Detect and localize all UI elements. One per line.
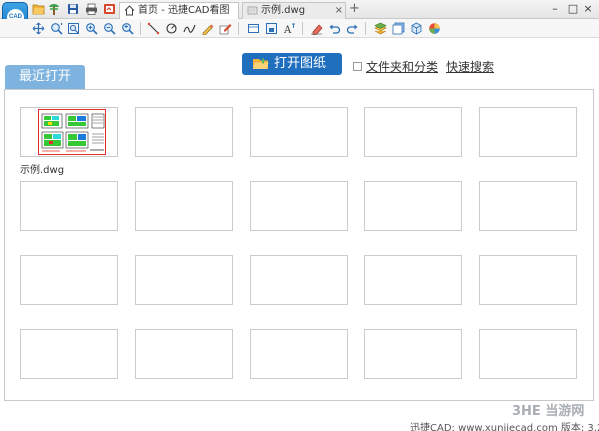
- polyline-icon[interactable]: [182, 21, 196, 35]
- empty-slot: [135, 329, 233, 379]
- empty-slot: [20, 255, 118, 305]
- empty-slot: [250, 181, 348, 231]
- layer-icon[interactable]: [373, 21, 387, 35]
- export-icon[interactable]: [102, 2, 116, 16]
- text-edit-icon[interactable]: [218, 21, 232, 35]
- website-link[interactable]: www.xunjiecad.com: [458, 423, 558, 431]
- circle-icon[interactable]: [164, 21, 178, 35]
- empty-slot: [250, 329, 348, 379]
- recent-files-panel: [4, 89, 594, 401]
- zoom-previous-icon[interactable]: [120, 21, 134, 35]
- watermark: 3HE 当游网: [512, 404, 585, 419]
- rectangle-measure-icon[interactable]: [246, 21, 260, 35]
- toolbar: A: [0, 19, 599, 38]
- quick-search-link[interactable]: 快速搜索: [446, 58, 494, 75]
- empty-slot: [250, 107, 348, 157]
- 3d-view-icon[interactable]: [409, 21, 423, 35]
- print-icon[interactable]: [84, 2, 98, 16]
- color-icon[interactable]: [427, 21, 441, 35]
- empty-slot: [364, 107, 462, 157]
- tab-home-label: 首页 - 迅捷CAD看图: [138, 5, 230, 16]
- empty-slot: [479, 181, 577, 231]
- open-drawing-label: 打开图纸: [274, 56, 327, 71]
- redo-icon[interactable]: [345, 21, 359, 35]
- drawing-preview-image: [38, 109, 106, 155]
- tab-file[interactable]: 示例.dwg ×: [242, 2, 346, 19]
- zoom-in-icon[interactable]: [84, 21, 98, 35]
- open-drawing-button[interactable]: 打开图纸: [242, 53, 342, 75]
- recent-file-thumbnail[interactable]: [20, 107, 118, 157]
- empty-slot: [364, 255, 462, 305]
- empty-slot: [479, 107, 577, 157]
- folder-category-checkbox[interactable]: [353, 62, 362, 71]
- app-window: 首页 - 迅捷CAD看图 × 示例.dwg × + – □ × CAD: [0, 0, 599, 431]
- undo-icon[interactable]: [327, 21, 341, 35]
- open-icon[interactable]: [31, 2, 45, 16]
- home-icon: [124, 5, 135, 16]
- empty-slot: [20, 181, 118, 231]
- pan-icon[interactable]: [31, 21, 45, 35]
- main-area: 最近打开 打开图纸 文件夹和分类 快速搜索 示例.dwg: [0, 38, 599, 431]
- zoom-extents-icon[interactable]: [66, 21, 80, 35]
- zoom-out-icon[interactable]: [102, 21, 116, 35]
- text-icon[interactable]: A: [282, 21, 296, 35]
- save-icon[interactable]: [66, 2, 80, 16]
- toolbar-separator: [238, 22, 239, 35]
- empty-slot: [135, 181, 233, 231]
- footer-prefix: 迅捷CAD:: [410, 423, 459, 431]
- empty-slot: [479, 329, 577, 379]
- svg-text:A: A: [283, 25, 292, 35]
- empty-slot: [364, 329, 462, 379]
- revision-cloud-icon[interactable]: [200, 21, 214, 35]
- folder-open-icon: [252, 57, 270, 71]
- title-bar: 首页 - 迅捷CAD看图 × 示例.dwg × + – □ ×: [0, 0, 599, 19]
- empty-slot: [135, 107, 233, 157]
- empty-slot: [135, 255, 233, 305]
- version-text: 版本: 3.2.0.3: [560, 423, 599, 431]
- folder-category-label[interactable]: 文件夹和分类: [366, 58, 438, 75]
- line-icon[interactable]: [146, 21, 160, 35]
- tab-file-close-icon[interactable]: ×: [335, 3, 343, 18]
- toolbar-separator: [302, 22, 303, 35]
- close-button[interactable]: ×: [577, 0, 599, 18]
- erase-icon[interactable]: [309, 21, 323, 35]
- recent-file-name[interactable]: 示例.dwg: [20, 161, 64, 176]
- tab-home[interactable]: 首页 - 迅捷CAD看图 ×: [119, 2, 249, 19]
- toolbar-separator: [140, 22, 141, 35]
- layout-icon[interactable]: [391, 21, 405, 35]
- empty-slot: [364, 181, 462, 231]
- empty-slot: [20, 329, 118, 379]
- tree-icon[interactable]: [47, 2, 61, 16]
- toolbar-separator: [365, 22, 366, 35]
- area-icon[interactable]: [264, 21, 278, 35]
- footer-info: 迅捷CAD: www.xunjiecad.com 版本: 3.2.0.3: [410, 419, 599, 431]
- empty-slot: [479, 255, 577, 305]
- recent-tab[interactable]: 最近打开: [5, 65, 85, 89]
- new-tab-icon[interactable]: +: [349, 0, 360, 18]
- drawing-file-icon: [247, 5, 258, 16]
- empty-slot: [250, 255, 348, 305]
- tab-file-label: 示例.dwg: [261, 5, 306, 16]
- zoom-window-icon[interactable]: [49, 21, 63, 35]
